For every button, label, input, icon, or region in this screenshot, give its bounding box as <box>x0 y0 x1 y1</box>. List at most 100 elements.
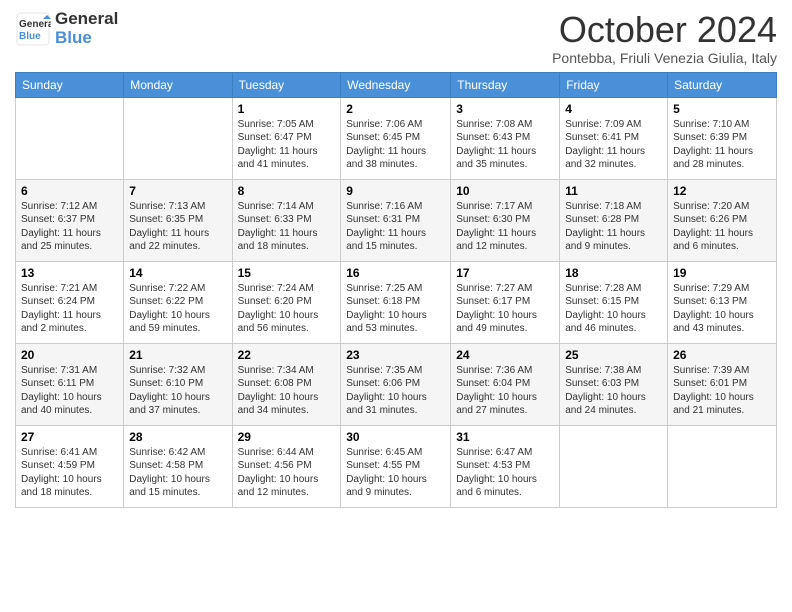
day-info: Sunrise: 6:44 AMSunset: 4:56 PMDaylight:… <box>238 447 319 499</box>
day-number: 19 <box>673 266 771 280</box>
day-number: 3 <box>456 102 554 116</box>
logo-general-text: General <box>55 10 118 29</box>
day-info: Sunrise: 6:47 AMSunset: 4:53 PMDaylight:… <box>456 447 537 499</box>
weekday-header-monday: Monday <box>124 72 232 97</box>
day-info: Sunrise: 7:31 AMSunset: 6:11 PMDaylight:… <box>21 365 102 417</box>
calendar-cell: 4 Sunrise: 7:09 AMSunset: 6:41 PMDayligh… <box>560 97 668 179</box>
day-number: 2 <box>346 102 445 116</box>
day-info: Sunrise: 6:41 AMSunset: 4:59 PMDaylight:… <box>21 447 102 499</box>
calendar-cell: 23 Sunrise: 7:35 AMSunset: 6:06 PMDaylig… <box>341 343 451 425</box>
day-info: Sunrise: 7:38 AMSunset: 6:03 PMDaylight:… <box>565 365 646 417</box>
day-info: Sunrise: 7:29 AMSunset: 6:13 PMDaylight:… <box>673 283 754 335</box>
calendar-cell: 3 Sunrise: 7:08 AMSunset: 6:43 PMDayligh… <box>451 97 560 179</box>
day-info: Sunrise: 7:24 AMSunset: 6:20 PMDaylight:… <box>238 283 319 335</box>
page: General Blue General Blue October 2024 P… <box>0 0 792 518</box>
day-info: Sunrise: 7:39 AMSunset: 6:01 PMDaylight:… <box>673 365 754 417</box>
calendar-week-3: 13 Sunrise: 7:21 AMSunset: 6:24 PMDaylig… <box>16 261 777 343</box>
day-info: Sunrise: 7:18 AMSunset: 6:28 PMDaylight:… <box>565 201 645 253</box>
day-info: Sunrise: 7:22 AMSunset: 6:22 PMDaylight:… <box>129 283 210 335</box>
calendar-week-4: 20 Sunrise: 7:31 AMSunset: 6:11 PMDaylig… <box>16 343 777 425</box>
calendar-cell: 5 Sunrise: 7:10 AMSunset: 6:39 PMDayligh… <box>668 97 777 179</box>
header: General Blue General Blue October 2024 P… <box>15 10 777 66</box>
calendar-header: SundayMondayTuesdayWednesdayThursdayFrid… <box>16 72 777 97</box>
day-number: 6 <box>21 184 118 198</box>
day-number: 27 <box>21 430 118 444</box>
calendar-cell <box>124 97 232 179</box>
calendar-body: 1 Sunrise: 7:05 AMSunset: 6:47 PMDayligh… <box>16 97 777 507</box>
calendar-cell: 6 Sunrise: 7:12 AMSunset: 6:37 PMDayligh… <box>16 179 124 261</box>
day-number: 8 <box>238 184 336 198</box>
calendar-cell <box>668 425 777 507</box>
weekday-header-row: SundayMondayTuesdayWednesdayThursdayFrid… <box>16 72 777 97</box>
day-info: Sunrise: 7:10 AMSunset: 6:39 PMDaylight:… <box>673 119 753 171</box>
calendar-week-1: 1 Sunrise: 7:05 AMSunset: 6:47 PMDayligh… <box>16 97 777 179</box>
weekday-header-friday: Friday <box>560 72 668 97</box>
svg-text:General: General <box>19 19 51 30</box>
weekday-header-wednesday: Wednesday <box>341 72 451 97</box>
day-number: 23 <box>346 348 445 362</box>
calendar-cell: 15 Sunrise: 7:24 AMSunset: 6:20 PMDaylig… <box>232 261 341 343</box>
calendar-week-5: 27 Sunrise: 6:41 AMSunset: 4:59 PMDaylig… <box>16 425 777 507</box>
day-info: Sunrise: 7:36 AMSunset: 6:04 PMDaylight:… <box>456 365 537 417</box>
calendar-cell: 25 Sunrise: 7:38 AMSunset: 6:03 PMDaylig… <box>560 343 668 425</box>
title-block: October 2024 Pontebba, Friuli Venezia Gi… <box>552 10 777 66</box>
day-number: 1 <box>238 102 336 116</box>
day-number: 4 <box>565 102 662 116</box>
day-info: Sunrise: 7:09 AMSunset: 6:41 PMDaylight:… <box>565 119 645 171</box>
day-number: 7 <box>129 184 226 198</box>
calendar-cell: 16 Sunrise: 7:25 AMSunset: 6:18 PMDaylig… <box>341 261 451 343</box>
calendar-cell: 1 Sunrise: 7:05 AMSunset: 6:47 PMDayligh… <box>232 97 341 179</box>
logo: General Blue General Blue <box>15 10 118 47</box>
logo-text: General Blue <box>55 10 118 47</box>
calendar-cell: 30 Sunrise: 6:45 AMSunset: 4:55 PMDaylig… <box>341 425 451 507</box>
day-number: 21 <box>129 348 226 362</box>
day-info: Sunrise: 7:16 AMSunset: 6:31 PMDaylight:… <box>346 201 426 253</box>
calendar-cell: 26 Sunrise: 7:39 AMSunset: 6:01 PMDaylig… <box>668 343 777 425</box>
day-info: Sunrise: 7:28 AMSunset: 6:15 PMDaylight:… <box>565 283 646 335</box>
calendar-cell: 24 Sunrise: 7:36 AMSunset: 6:04 PMDaylig… <box>451 343 560 425</box>
day-info: Sunrise: 7:14 AMSunset: 6:33 PMDaylight:… <box>238 201 318 253</box>
calendar-cell: 29 Sunrise: 6:44 AMSunset: 4:56 PMDaylig… <box>232 425 341 507</box>
calendar-cell: 2 Sunrise: 7:06 AMSunset: 6:45 PMDayligh… <box>341 97 451 179</box>
day-number: 12 <box>673 184 771 198</box>
day-info: Sunrise: 7:27 AMSunset: 6:17 PMDaylight:… <box>456 283 537 335</box>
calendar-cell: 17 Sunrise: 7:27 AMSunset: 6:17 PMDaylig… <box>451 261 560 343</box>
day-number: 22 <box>238 348 336 362</box>
calendar-table: SundayMondayTuesdayWednesdayThursdayFrid… <box>15 72 777 508</box>
day-number: 24 <box>456 348 554 362</box>
calendar-cell: 12 Sunrise: 7:20 AMSunset: 6:26 PMDaylig… <box>668 179 777 261</box>
location-title: Pontebba, Friuli Venezia Giulia, Italy <box>552 50 777 66</box>
logo-icon: General Blue <box>15 11 51 47</box>
day-info: Sunrise: 7:25 AMSunset: 6:18 PMDaylight:… <box>346 283 427 335</box>
calendar-cell: 8 Sunrise: 7:14 AMSunset: 6:33 PMDayligh… <box>232 179 341 261</box>
day-number: 14 <box>129 266 226 280</box>
day-number: 16 <box>346 266 445 280</box>
calendar-cell: 7 Sunrise: 7:13 AMSunset: 6:35 PMDayligh… <box>124 179 232 261</box>
month-title: October 2024 <box>552 10 777 50</box>
calendar-cell: 27 Sunrise: 6:41 AMSunset: 4:59 PMDaylig… <box>16 425 124 507</box>
calendar-cell <box>560 425 668 507</box>
calendar-cell: 28 Sunrise: 6:42 AMSunset: 4:58 PMDaylig… <box>124 425 232 507</box>
logo-blue-text: Blue <box>55 29 118 48</box>
day-number: 11 <box>565 184 662 198</box>
day-info: Sunrise: 7:34 AMSunset: 6:08 PMDaylight:… <box>238 365 319 417</box>
day-number: 5 <box>673 102 771 116</box>
day-number: 9 <box>346 184 445 198</box>
day-number: 17 <box>456 266 554 280</box>
day-info: Sunrise: 6:45 AMSunset: 4:55 PMDaylight:… <box>346 447 427 499</box>
day-info: Sunrise: 7:05 AMSunset: 6:47 PMDaylight:… <box>238 119 318 171</box>
svg-text:Blue: Blue <box>19 31 41 42</box>
weekday-header-saturday: Saturday <box>668 72 777 97</box>
weekday-header-sunday: Sunday <box>16 72 124 97</box>
calendar-cell: 21 Sunrise: 7:32 AMSunset: 6:10 PMDaylig… <box>124 343 232 425</box>
calendar-cell: 9 Sunrise: 7:16 AMSunset: 6:31 PMDayligh… <box>341 179 451 261</box>
day-info: Sunrise: 7:32 AMSunset: 6:10 PMDaylight:… <box>129 365 210 417</box>
day-number: 18 <box>565 266 662 280</box>
day-number: 25 <box>565 348 662 362</box>
day-number: 30 <box>346 430 445 444</box>
weekday-header-tuesday: Tuesday <box>232 72 341 97</box>
day-info: Sunrise: 7:21 AMSunset: 6:24 PMDaylight:… <box>21 283 101 335</box>
calendar-cell: 19 Sunrise: 7:29 AMSunset: 6:13 PMDaylig… <box>668 261 777 343</box>
calendar-cell: 11 Sunrise: 7:18 AMSunset: 6:28 PMDaylig… <box>560 179 668 261</box>
day-info: Sunrise: 7:06 AMSunset: 6:45 PMDaylight:… <box>346 119 426 171</box>
